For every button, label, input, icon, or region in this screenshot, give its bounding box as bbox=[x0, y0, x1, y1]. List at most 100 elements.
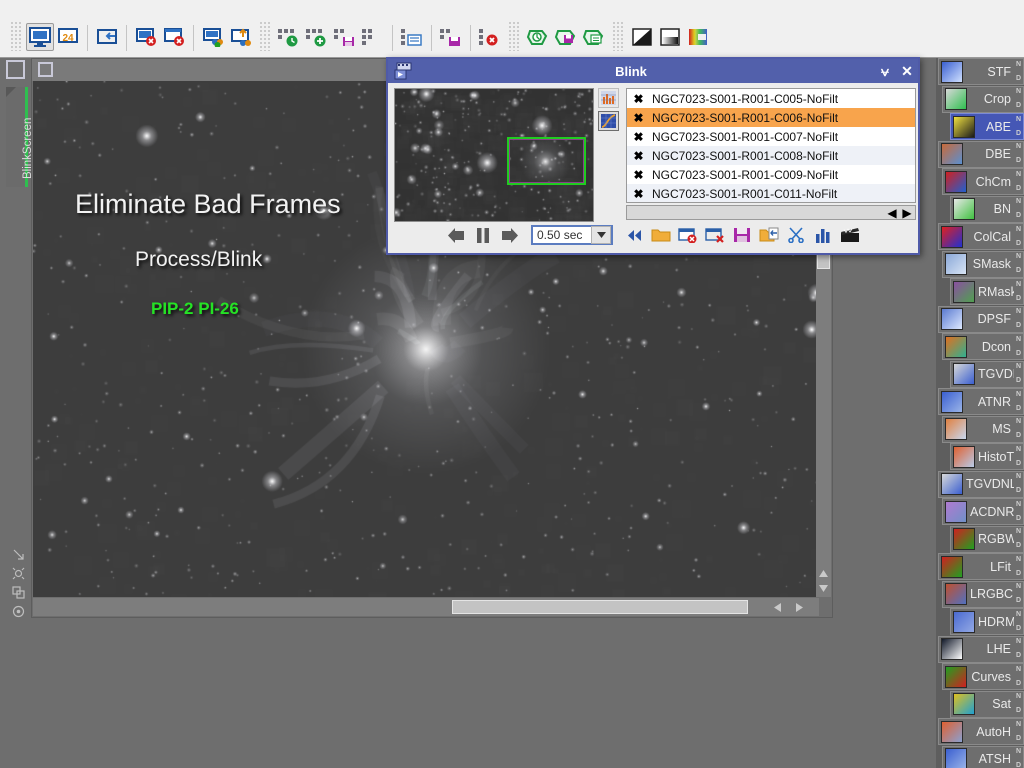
blink-collapse-button[interactable]: ⩝ bbox=[874, 60, 896, 82]
badge-new[interactable]: N bbox=[1014, 391, 1023, 399]
sidebar-item-rgbws[interactable]: RGBWSND bbox=[950, 526, 1024, 553]
file-list-scroll-left-icon[interactable]: ◀ bbox=[885, 206, 899, 219]
blink-pause-button[interactable] bbox=[471, 223, 495, 247]
sidebar-item-dpsf[interactable]: DPSFND bbox=[938, 306, 1024, 333]
file-list-item[interactable]: ✖NGC7023-S001-R001-C008-NoFilt bbox=[627, 146, 915, 165]
blink-file-list[interactable]: ✖NGC7023-S001-R001-C005-NoFilt✖NGC7023-S… bbox=[626, 88, 916, 203]
scroll-left-icon[interactable] bbox=[769, 599, 785, 615]
overlap-squares-icon[interactable] bbox=[8, 583, 28, 602]
badge-new[interactable]: N bbox=[1014, 721, 1023, 729]
badge-new[interactable]: N bbox=[1014, 611, 1023, 619]
sidebar-item-lrgbc[interactable]: LRGBCND bbox=[942, 581, 1024, 608]
sidebar-item-chcm[interactable]: ChCmND bbox=[942, 168, 1024, 195]
badge-default[interactable]: D bbox=[1014, 75, 1023, 83]
file-checkbox-icon[interactable]: ✖ bbox=[631, 91, 646, 106]
badge-default[interactable]: D bbox=[1014, 762, 1023, 768]
file-checkbox-icon[interactable]: ✖ bbox=[631, 148, 646, 163]
badge-default[interactable]: D bbox=[1014, 130, 1023, 138]
sidebar-item-tgvdnl[interactable]: TGVDNLND bbox=[938, 471, 1024, 498]
file-list-item[interactable]: ✖NGC7023-S001-R001-C009-NoFilt bbox=[627, 165, 915, 184]
resize-icon[interactable] bbox=[8, 545, 28, 564]
horizontal-scrollbar[interactable] bbox=[33, 598, 819, 616]
toolbar-grip[interactable] bbox=[259, 21, 271, 51]
badge-default[interactable]: D bbox=[1014, 625, 1023, 633]
stf-toggle-icon[interactable] bbox=[628, 23, 656, 51]
settings-circle-icon[interactable] bbox=[8, 602, 28, 621]
toolbar-grip[interactable] bbox=[10, 21, 22, 51]
blink-rewind-button[interactable] bbox=[622, 223, 646, 247]
blink-next-button[interactable] bbox=[498, 223, 522, 247]
badge-default[interactable]: D bbox=[1014, 350, 1023, 358]
badge-new[interactable]: N bbox=[1014, 226, 1023, 234]
scroll-right-icon[interactable] bbox=[791, 599, 807, 615]
badge-new[interactable]: N bbox=[1014, 556, 1023, 564]
blink-titlebar[interactable]: Blink ⩝ ✕ bbox=[388, 59, 918, 83]
badge-new[interactable]: N bbox=[1014, 336, 1023, 344]
blink-preview[interactable] bbox=[394, 88, 594, 222]
sidebar-item-autoh[interactable]: AutoHND bbox=[938, 718, 1024, 745]
image-window-restore-button[interactable] bbox=[38, 62, 53, 77]
mask-toggle-icon[interactable] bbox=[656, 23, 684, 51]
badge-new[interactable]: N bbox=[1014, 666, 1023, 674]
file-checkbox-icon[interactable]: ✖ bbox=[631, 186, 646, 201]
toolbar-grip[interactable] bbox=[612, 21, 624, 51]
file-checkbox-icon[interactable]: ✖ bbox=[631, 167, 646, 182]
sidebar-item-sat[interactable]: SatND bbox=[950, 691, 1024, 718]
process-explorer-icon[interactable] bbox=[275, 23, 303, 51]
script-editor-icon[interactable] bbox=[398, 23, 426, 51]
badge-default[interactable]: D bbox=[1014, 707, 1023, 715]
blink-close-button[interactable]: ✕ bbox=[896, 60, 918, 82]
process-save-icon[interactable] bbox=[331, 23, 359, 51]
badge-new[interactable]: N bbox=[1014, 116, 1023, 124]
file-checkbox-icon[interactable]: ✖ bbox=[631, 110, 646, 125]
badge-default[interactable]: D bbox=[1014, 515, 1023, 523]
badge-default[interactable]: D bbox=[1014, 680, 1023, 688]
sidebar-item-dbe[interactable]: DBEND bbox=[938, 141, 1024, 168]
blink-move-button[interactable] bbox=[757, 223, 781, 247]
badge-new[interactable]: N bbox=[1014, 693, 1023, 701]
badge-default[interactable]: D bbox=[1014, 652, 1023, 660]
badge-default[interactable]: D bbox=[1014, 597, 1023, 605]
image-properties-icon[interactable] bbox=[199, 23, 227, 51]
sidebar-item-hdrmt[interactable]: HDRMTND bbox=[950, 608, 1024, 635]
workspace-tab-blinkscreen[interactable]: BlinkScreen bbox=[6, 87, 28, 187]
badge-new[interactable]: N bbox=[1014, 281, 1023, 289]
badge-default[interactable]: D bbox=[1014, 267, 1023, 275]
blink-previous-button[interactable] bbox=[444, 223, 468, 247]
preview-save-icon[interactable] bbox=[552, 23, 580, 51]
sidebar-item-histot[interactable]: HistoTND bbox=[950, 443, 1024, 470]
sidebar-item-atsh[interactable]: ATSHND bbox=[942, 746, 1024, 768]
badge-default[interactable]: D bbox=[1014, 322, 1023, 330]
script-save-icon[interactable] bbox=[437, 23, 465, 51]
color-manage-icon[interactable] bbox=[684, 23, 712, 51]
close-image-window-icon[interactable] bbox=[132, 23, 160, 51]
badge-new[interactable]: N bbox=[1014, 528, 1023, 536]
badge-default[interactable]: D bbox=[1014, 377, 1023, 385]
badge-default[interactable]: D bbox=[1014, 487, 1023, 495]
badge-default[interactable]: D bbox=[1014, 460, 1023, 468]
preview-list-icon[interactable] bbox=[580, 23, 608, 51]
badge-default[interactable]: D bbox=[1014, 240, 1023, 248]
badge-new[interactable]: N bbox=[1014, 446, 1023, 454]
badge-new[interactable]: N bbox=[1014, 363, 1023, 371]
chevron-down-icon[interactable] bbox=[591, 226, 611, 244]
sidebar-item-colcal[interactable]: ColCalND bbox=[938, 223, 1024, 250]
sidebar-item-stf[interactable]: STFND bbox=[938, 58, 1024, 85]
badge-default[interactable]: D bbox=[1014, 542, 1023, 550]
preview-selection-rectangle[interactable] bbox=[507, 137, 586, 185]
badge-new[interactable]: N bbox=[1014, 253, 1023, 261]
badge-new[interactable]: N bbox=[1014, 198, 1023, 206]
sidebar-item-dcon[interactable]: DconND bbox=[942, 333, 1024, 360]
sidebar-item-abe[interactable]: ABEND bbox=[950, 113, 1024, 140]
badge-default[interactable]: D bbox=[1014, 570, 1023, 578]
scroll-up-icon[interactable] bbox=[816, 566, 831, 581]
script-close-icon[interactable] bbox=[476, 23, 504, 51]
badge-default[interactable]: D bbox=[1014, 185, 1023, 193]
badge-default[interactable]: D bbox=[1014, 405, 1023, 413]
file-list-item[interactable]: ✖NGC7023-S001-R001-C006-NoFilt bbox=[627, 108, 915, 127]
badge-default[interactable]: D bbox=[1014, 295, 1023, 303]
sidebar-item-curves[interactable]: CurvesND bbox=[942, 663, 1024, 690]
blink-video-button[interactable] bbox=[838, 223, 862, 247]
badge-new[interactable]: N bbox=[1014, 61, 1023, 69]
badge-new[interactable]: N bbox=[1014, 583, 1023, 591]
